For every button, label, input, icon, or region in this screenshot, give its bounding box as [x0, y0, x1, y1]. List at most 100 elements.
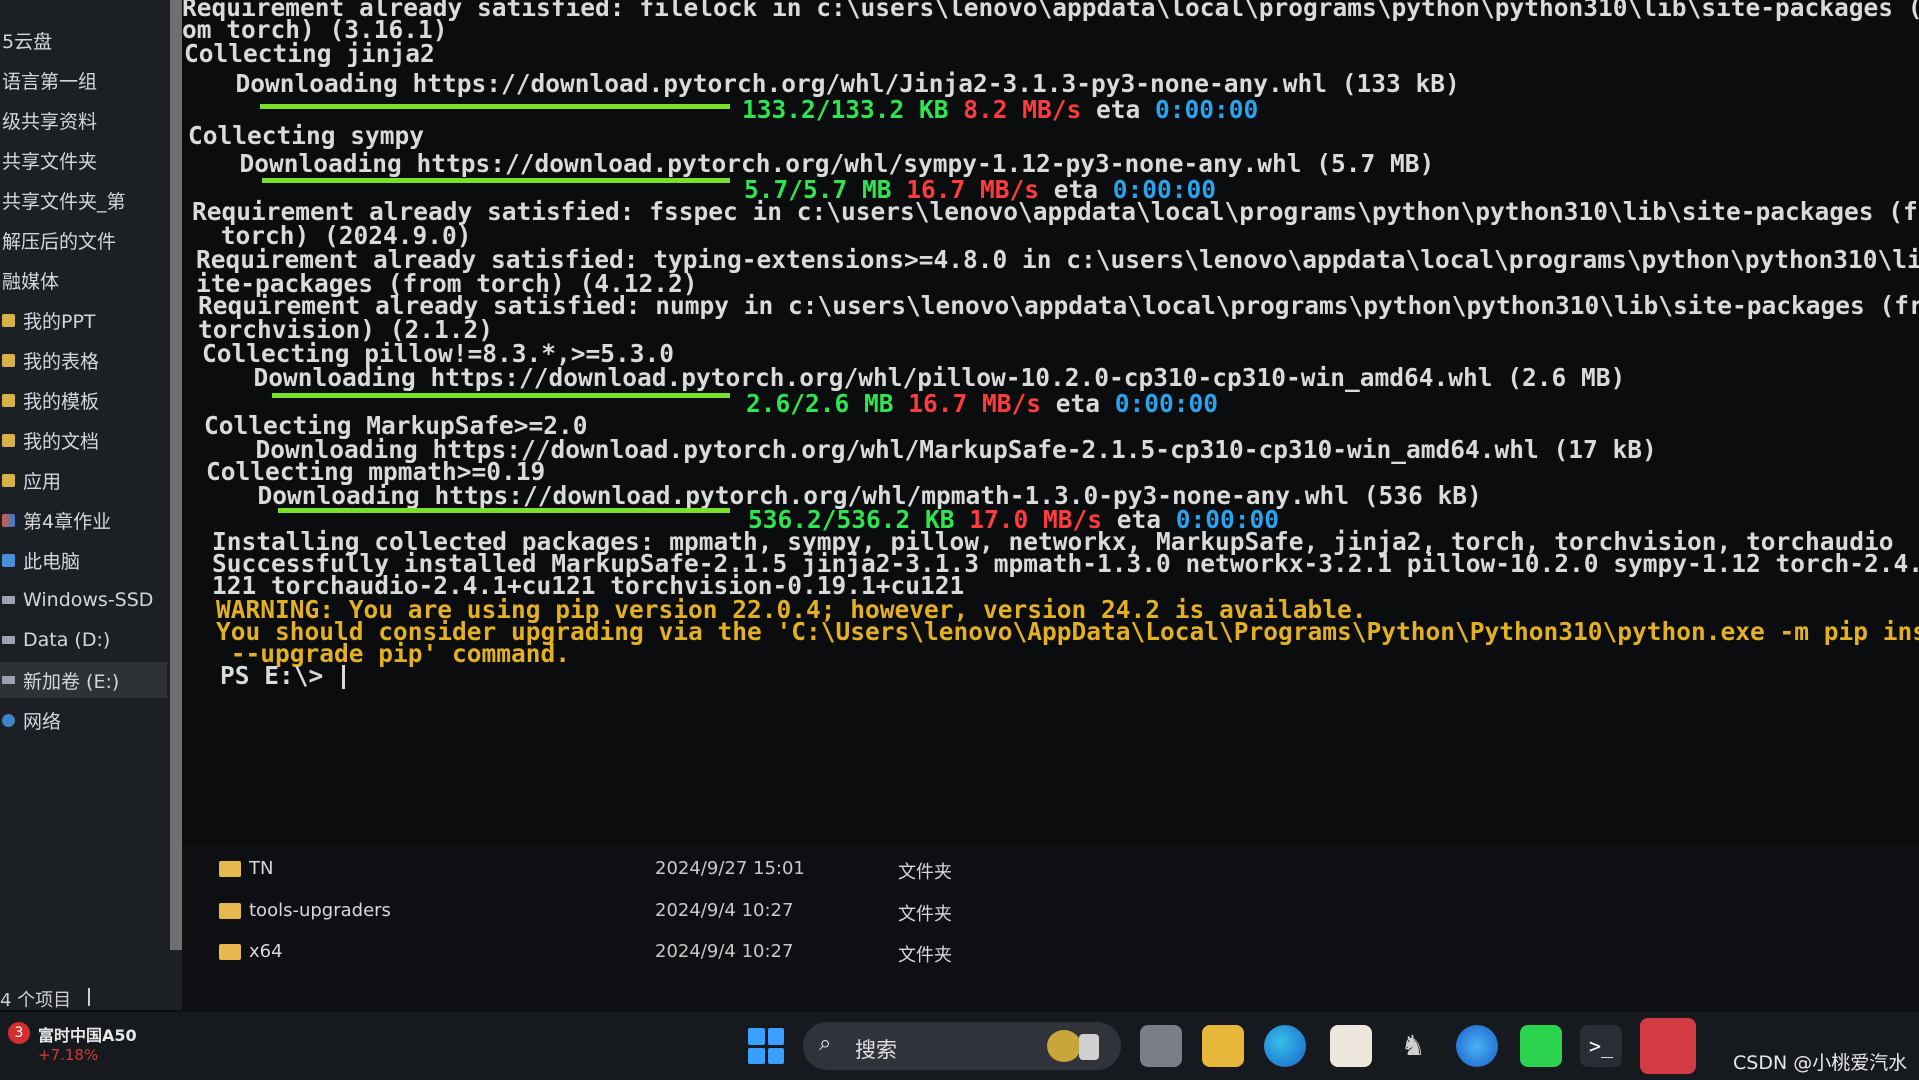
sidebar-item[interactable]: 级共享资料	[0, 102, 167, 138]
stock-name: 富时中国A50	[38, 1026, 137, 1045]
file-row[interactable]: x64 2024/9/4 10:27 文件夹	[215, 935, 1015, 969]
taskbar-search[interactable]: ⌕ 搜索	[803, 1022, 1121, 1070]
terminal-text: Downloading https://download.pytorch.org…	[210, 149, 1435, 178]
folder-icon	[2, 313, 15, 327]
terminal-line: 133.2/133.2 KB 8.2 MB/s eta 0:00:00	[742, 96, 1258, 124]
sidebar-item[interactable]: Windows-SSD	[0, 582, 167, 618]
folder-icon	[2, 433, 15, 447]
csdn-watermark: CSDN @小桃爱汽水	[1733, 1052, 1908, 1074]
edge-browser-icon[interactable]	[1264, 1025, 1306, 1067]
sidebar-item-label: Data (D:)	[23, 629, 111, 651]
search-icon: ⌕	[819, 1031, 832, 1056]
sidebar-item[interactable]: 我的表格	[0, 342, 167, 378]
file-date: 2024/9/4 10:27	[655, 900, 794, 921]
sidebar-item-label: 5云盘	[2, 30, 53, 53]
sidebar-item[interactable]: 应用	[0, 462, 167, 498]
file-date: 2024/9/27 15:01	[655, 858, 805, 879]
terminal-text: 8.2 MB/s	[948, 95, 1082, 124]
sidebar-item-label: 语言第一组	[2, 70, 98, 93]
stock-badge: 3	[8, 1022, 30, 1044]
green-app-icon[interactable]	[1520, 1025, 1562, 1067]
sidebar-item[interactable]: 此电脑	[0, 542, 167, 578]
sidebar-item[interactable]: 语言第一组	[0, 62, 167, 98]
terminal-text: Downloading https://download.pytorch.org…	[224, 363, 1626, 392]
folder-icon	[2, 393, 15, 407]
sidebar-item[interactable]: 第4章作业	[0, 502, 167, 538]
internet-explorer-icon[interactable]	[1456, 1025, 1498, 1067]
network-icon	[2, 713, 15, 727]
search-highlight-card-icon	[1079, 1034, 1099, 1060]
windows-start-icon[interactable]	[745, 1025, 787, 1067]
explorer-sidebar: 5云盘语言第一组级共享资料共享文件夹共享文件夹_第解压后的文件融媒体我的PPT 我…	[0, 0, 182, 1010]
wechat-icon[interactable]	[1640, 1018, 1696, 1074]
sidebar-item-label: 新加卷 (E:)	[23, 670, 120, 693]
sidebar-item[interactable]: 融媒体	[0, 262, 167, 298]
folder-icon	[219, 861, 241, 877]
sidebar-item-label: 共享文件夹_第	[2, 190, 126, 213]
terminal-text: eta	[1041, 389, 1115, 418]
folder-icon	[2, 353, 15, 367]
terminal-window[interactable]: Requirement already satisfied: filelock …	[182, 0, 1919, 845]
microsoft-store-icon[interactable]	[1330, 1025, 1372, 1067]
stock-widget[interactable]: 3 富时中国A50 +7.18%	[0, 1020, 160, 1076]
sidebar-item-label: 第4章作业	[23, 510, 112, 533]
sidebar-item[interactable]: 我的模板	[0, 382, 167, 418]
sidebar-item-label: 应用	[23, 470, 62, 493]
sidebar-item[interactable]: 新加卷 (E:)	[0, 662, 167, 698]
status-divider	[88, 988, 90, 1006]
terminal-line: Collecting sympy	[188, 122, 424, 150]
sidebar-item-label: 我的文档	[23, 430, 100, 453]
drive-icon	[2, 596, 15, 604]
file-type: 文件夹	[898, 862, 952, 883]
file-type: 文件夹	[898, 945, 952, 966]
download-progress-bar	[272, 393, 730, 398]
sidebar-item-label: 此电脑	[23, 550, 81, 573]
download-progress-bar	[260, 104, 730, 109]
terminal-text: 133.2/133.2 KB	[742, 95, 949, 124]
sidebar-scrollbar[interactable]	[170, 0, 182, 950]
sidebar-item-label: 我的模板	[23, 390, 100, 413]
file-type: 文件夹	[898, 904, 952, 925]
sidebar-item[interactable]: 解压后的文件	[0, 222, 167, 258]
sidebar-item-label: 融媒体	[2, 270, 60, 293]
sidebar-item[interactable]: Data (D:)	[0, 622, 167, 658]
terminal-app-icon[interactable]: >_	[1580, 1025, 1622, 1067]
terminal-line: PS E:\>	[220, 661, 346, 690]
game-app-icon[interactable]: ♞	[1392, 1025, 1434, 1067]
terminal-text: Downloading https://download.pytorch.org…	[206, 69, 1460, 98]
sidebar-item[interactable]: 共享文件夹	[0, 142, 167, 178]
sidebar-item-label: 网络	[23, 710, 62, 733]
sidebar-item-label: 我的表格	[23, 350, 100, 373]
drive-icon	[2, 676, 15, 684]
terminal-text: 0:00:00	[1114, 389, 1219, 418]
terminal-line: Downloading https://download.pytorch.org…	[224, 363, 1626, 392]
file-row[interactable]: TN 2024/9/27 15:01 文件夹	[215, 852, 1015, 886]
file-name: TN	[249, 858, 274, 879]
stock-change: +7.18%	[38, 1046, 99, 1064]
terminal-text: PS E:\>	[220, 661, 339, 690]
terminal-line: 2.6/2.6 MB 16.7 MB/s eta 0:00:00	[746, 390, 1218, 418]
sidebar-item-label: 共享文件夹	[2, 150, 98, 173]
pc-icon	[2, 553, 15, 567]
sidebar-item-label: 我的PPT	[23, 310, 96, 333]
cursor-caret	[342, 665, 346, 689]
file-row[interactable]: tools-upgraders 2024/9/4 10:27 文件夹	[215, 894, 1015, 928]
search-label: 搜索	[855, 1038, 897, 1062]
terminal-text: 2.6/2.6 MB	[746, 389, 894, 418]
task-view-icon[interactable]	[1140, 1025, 1182, 1067]
file-name: x64	[249, 941, 283, 962]
folder-icon	[219, 903, 241, 919]
sidebar-item[interactable]: 共享文件夹_第	[0, 182, 167, 218]
sidebar-item-label: 级共享资料	[2, 110, 98, 133]
file-explorer-icon[interactable]	[1202, 1025, 1244, 1067]
sidebar-item[interactable]: 5云盘	[0, 22, 167, 58]
folder-icon	[2, 473, 15, 487]
sidebar-item[interactable]: 我的文档	[0, 422, 167, 458]
sidebar-item[interactable]: 我的PPT	[0, 302, 167, 338]
terminal-text: 16.7 MB/s	[893, 389, 1042, 418]
download-progress-bar	[262, 178, 730, 183]
sidebar-item[interactable]: 网络	[0, 702, 167, 738]
search-highlight-icon	[1047, 1030, 1081, 1062]
folder-icon	[219, 944, 241, 960]
terminal-line: Downloading https://download.pytorch.org…	[210, 149, 1435, 178]
